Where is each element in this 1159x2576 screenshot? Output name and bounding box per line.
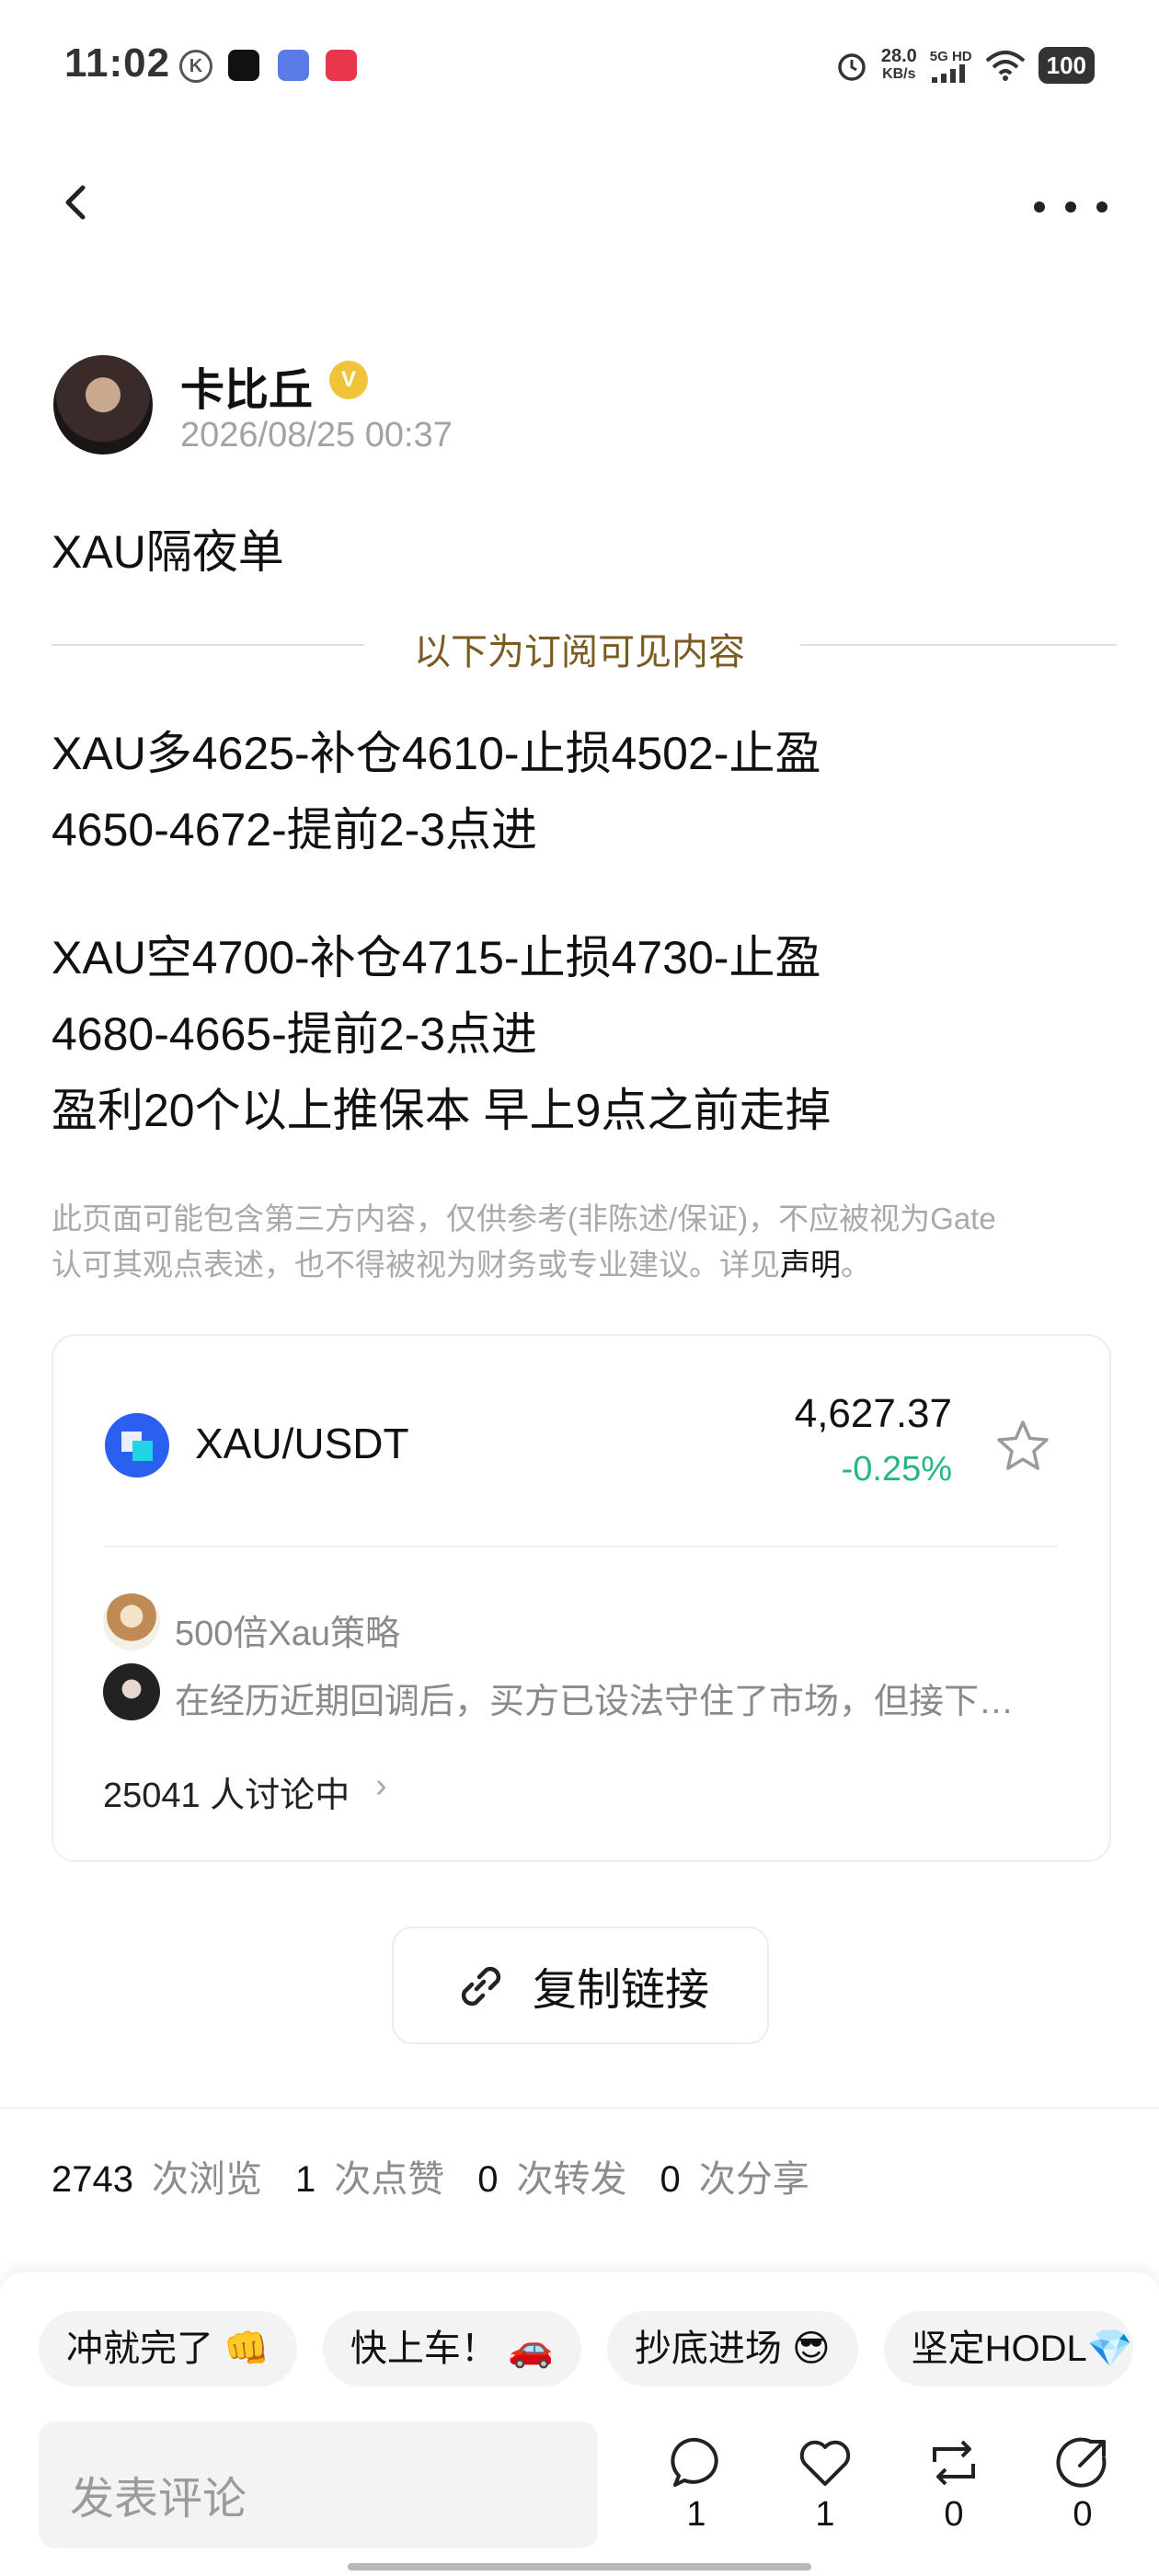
author-name[interactable]: 卡比丘 xyxy=(180,353,313,418)
post-body: XAU多4625-补仓4610-止损4502-止盈 4650-4672-提前2-… xyxy=(52,716,1119,1149)
share-button[interactable]: 0 xyxy=(1041,2434,1124,2535)
discussion-avatar xyxy=(103,1663,160,1720)
favorite-star-button[interactable] xyxy=(993,1417,1052,1476)
repost-icon xyxy=(933,2440,975,2486)
quick-reactions: 冲就完了 👊 快上车！ 🚗 抄底进场 😎 坚定HODL💎 xyxy=(39,2311,1133,2386)
alarm-icon xyxy=(838,53,866,81)
like-count: 1 xyxy=(815,2495,835,2534)
like-button[interactable]: 1 xyxy=(784,2434,866,2535)
verified-badge-icon: V xyxy=(329,361,368,399)
post-body-line: 4680-4665-提前2-3点进 xyxy=(52,1008,538,1060)
disclaimer-line: 此页面可能包含第三方内容，仅供参考(非陈述/保证)，不应被视为Gate xyxy=(52,1202,996,1236)
reaction-chip[interactable]: 抄底进场 😎 xyxy=(606,2311,858,2386)
discussion-user: 500倍Xau策略 xyxy=(175,1615,401,1653)
link-icon xyxy=(461,1966,501,2007)
reposts-label: 次转发 xyxy=(516,2159,627,2200)
pair-change: -0.25% xyxy=(841,1450,952,1489)
copy-link-label: 复制链接 xyxy=(532,1966,709,2015)
share-icon xyxy=(1056,2437,1107,2488)
discussion-count[interactable]: 25041 人讨论中 xyxy=(103,1766,350,1817)
discussion-snippet: 在经历近期回调后，买方已设法守住了市场，但接下… xyxy=(175,1683,1015,1721)
subscriber-content-divider: 以下为订阅可见内容 xyxy=(414,632,745,673)
more-dot-icon xyxy=(1065,201,1076,213)
shares-count: 0 xyxy=(660,2159,681,2200)
k-app-icon: K xyxy=(179,50,212,83)
more-dot-icon xyxy=(1096,201,1107,213)
app-notification-icon xyxy=(278,50,309,81)
trading-pair[interactable]: XAU/USDT xyxy=(195,1419,409,1468)
signal-icon xyxy=(931,63,965,83)
reposts-count: 0 xyxy=(477,2159,499,2200)
section-separator xyxy=(0,2107,1159,2109)
post-body-line: 盈利20个以上推保本 早上9点之前走掉 xyxy=(52,1085,832,1136)
home-indicator xyxy=(348,2563,811,2570)
likes-label: 次点赞 xyxy=(334,2159,445,2200)
reaction-chip[interactable]: 坚定HODL💎 xyxy=(883,2311,1133,2386)
battery-indicator: 100 xyxy=(1038,47,1095,84)
pair-price: 4,627.37 xyxy=(794,1391,952,1436)
views-label: 次浏览 xyxy=(151,2159,262,2200)
discussion-avatar xyxy=(103,1593,160,1650)
views-count: 2743 xyxy=(52,2159,133,2200)
reaction-chip[interactable]: 快上车！ 🚗 xyxy=(322,2311,581,2386)
status-right: 28.0 KB/s 5G HD 100 xyxy=(835,44,1095,86)
red-app-icon xyxy=(326,50,357,81)
signal-indicator: 5G HD xyxy=(930,49,972,83)
chevron-left-icon xyxy=(65,185,86,220)
chevron-right-icon[interactable]: › xyxy=(375,1766,387,1806)
tiktok-icon xyxy=(228,50,259,81)
more-options-button[interactable] xyxy=(1034,184,1107,230)
post-title: XAU隔夜单 xyxy=(52,526,284,578)
post-timestamp: 2026/08/25 00:37 xyxy=(180,416,453,454)
post-body-line xyxy=(52,868,1119,920)
network-speed: 28.0 KB/s xyxy=(880,46,917,82)
copy-link-button[interactable]: 复制链接 xyxy=(392,1926,769,2044)
disclaimer-link[interactable]: 声明 xyxy=(780,1248,841,1282)
comment-button[interactable]: 1 xyxy=(655,2434,738,2535)
status-time: 11:02 xyxy=(64,40,171,86)
comment-placeholder: 发表评论 xyxy=(70,2475,247,2524)
heart-icon xyxy=(799,2440,851,2486)
more-dot-icon xyxy=(1034,201,1045,213)
post-body-line: XAU多4625-补仓4610-止损4502-止盈 xyxy=(52,728,821,779)
disclaimer-line: 认可其观点表述，也不得被视为财务或专业建议。详见 xyxy=(52,1248,780,1282)
disclaimer-end: 。 xyxy=(841,1248,871,1282)
back-button[interactable] xyxy=(52,175,107,230)
post-stats: 2743 次浏览 1 次点赞 0 次转发 0 次分享 xyxy=(52,2149,824,2202)
comment-icon xyxy=(671,2437,718,2487)
repost-button[interactable]: 0 xyxy=(912,2434,995,2535)
post-body-line: XAU空4700-补仓4715-止损4730-止盈 xyxy=(52,932,821,983)
comment-count: 1 xyxy=(686,2495,706,2534)
wifi-icon xyxy=(985,51,1025,81)
disclaimer: 此页面可能包含第三方内容，仅供参考(非陈述/保证)，不应被视为Gate 认可其观… xyxy=(52,1196,1109,1288)
author-avatar[interactable] xyxy=(53,355,153,454)
star-icon xyxy=(997,1420,1049,1470)
repost-count: 0 xyxy=(944,2495,964,2534)
reaction-chip[interactable]: 冲就完了 👊 xyxy=(39,2311,297,2386)
post-body-line: 4650-4672-提前2-3点进 xyxy=(52,804,538,856)
share-count: 0 xyxy=(1073,2495,1093,2534)
xau-coin-icon xyxy=(105,1413,169,1478)
card-separator xyxy=(105,1546,1058,1547)
shares-label: 次分享 xyxy=(698,2159,809,2200)
likes-count: 1 xyxy=(294,2159,316,2200)
